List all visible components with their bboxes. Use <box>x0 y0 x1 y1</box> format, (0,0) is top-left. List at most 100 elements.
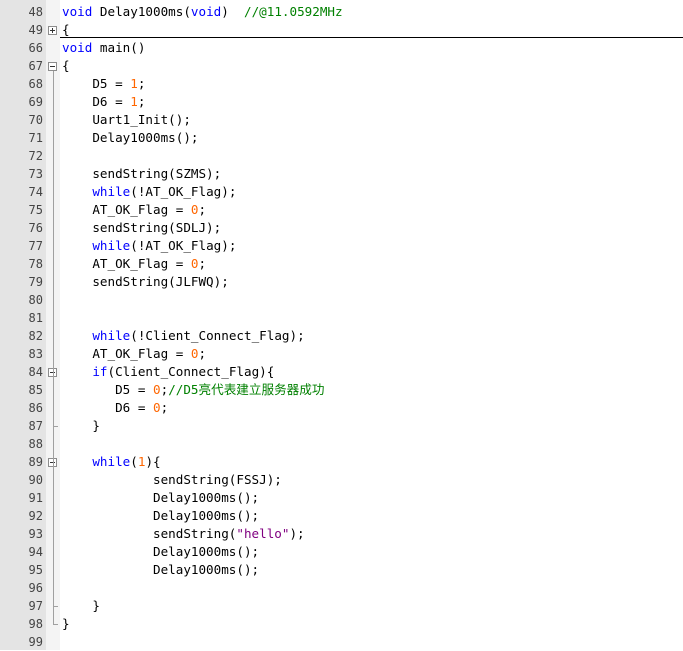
code-line[interactable]: Delay1000ms(); <box>62 507 259 525</box>
code-line[interactable]: Delay1000ms(); <box>62 561 259 579</box>
code-line[interactable]: } <box>62 597 100 615</box>
code-line[interactable]: sendString(JLFWQ); <box>62 273 228 291</box>
code-line[interactable]: D5 = 1; <box>62 75 145 93</box>
keyword-token: while <box>92 238 131 253</box>
comment-token: //D5亮代表建立服务器成功 <box>168 382 325 397</box>
code-token: Delay1000ms(); <box>62 508 260 523</box>
line-number: 49 <box>28 23 43 37</box>
code-token: (!AT_OK_Flag); <box>130 238 237 253</box>
code-line[interactable]: sendString(FSSJ); <box>62 471 282 489</box>
code-token: } <box>62 616 70 631</box>
code-token: (!AT_OK_Flag); <box>130 184 237 199</box>
line-number: 94 <box>28 545 43 559</box>
code-token: ){ <box>145 454 161 469</box>
code-token: D6 = <box>62 400 153 415</box>
line-number: 75 <box>28 203 43 217</box>
code-line[interactable]: if(Client_Connect_Flag){ <box>62 363 274 381</box>
code-token: Uart1_Init(); <box>62 112 191 127</box>
line-number: 90 <box>28 473 43 487</box>
code-line[interactable]: while(!AT_OK_Flag); <box>62 237 236 255</box>
code-token: (Client_Connect_Flag){ <box>107 364 275 379</box>
code-token: } <box>62 418 100 433</box>
code-token: Delay1000ms(); <box>62 130 199 145</box>
line-number: 96 <box>28 581 43 595</box>
code-line[interactable]: Delay1000ms(); <box>62 543 259 561</box>
code-line[interactable]: { <box>62 21 70 39</box>
code-token: AT_OK_Flag = <box>62 346 191 361</box>
code-token: { <box>62 22 70 37</box>
code-line[interactable]: while(!Client_Connect_Flag); <box>62 327 305 345</box>
code-line[interactable]: while(1){ <box>62 453 161 471</box>
line-number: 69 <box>28 95 43 109</box>
keyword-token: if <box>92 364 108 379</box>
line-number: 67 <box>28 59 43 73</box>
line-number: 66 <box>28 41 43 55</box>
line-number: 78 <box>28 257 43 271</box>
keyword-token: void <box>62 4 93 19</box>
number-token: 0 <box>190 256 199 271</box>
code-token: Delay1000ms(); <box>62 544 260 559</box>
line-number: 87 <box>28 419 43 433</box>
code-token: ; <box>137 94 146 109</box>
code-line[interactable]: sendString(SDLJ); <box>62 219 221 237</box>
line-number: 95 <box>28 563 43 577</box>
line-number: 68 <box>28 77 43 91</box>
code-token: { <box>62 58 70 73</box>
fold-expand-icon[interactable] <box>48 26 57 35</box>
code-line[interactable]: AT_OK_Flag = 0; <box>62 255 206 273</box>
code-line[interactable]: void main() <box>62 39 145 57</box>
code-line[interactable]: D6 = 0; <box>62 399 168 417</box>
fold-collapse-icon[interactable] <box>48 62 57 71</box>
code-token: ; <box>198 202 207 217</box>
keyword-token: void <box>62 40 93 55</box>
code-line[interactable]: sendString(SZMS); <box>62 165 221 183</box>
line-number: 84 <box>28 365 43 379</box>
line-number: 74 <box>28 185 43 199</box>
number-token: 0 <box>153 382 161 397</box>
code-token: D5 = <box>62 382 153 397</box>
number-token: 0 <box>190 202 199 217</box>
keyword-token: while <box>92 184 131 199</box>
line-number: 72 <box>28 149 43 163</box>
number-token: 1 <box>130 94 138 109</box>
code-token: D6 = <box>62 94 131 109</box>
code-token: sendString( <box>62 526 237 541</box>
fold-guide-line <box>53 377 54 426</box>
code-line[interactable]: Delay1000ms(); <box>62 489 259 507</box>
code-line[interactable]: Uart1_Init(); <box>62 111 191 129</box>
number-token: 1 <box>130 76 138 91</box>
code-line[interactable]: while(!AT_OK_Flag); <box>62 183 236 201</box>
fold-end-marker <box>53 624 58 625</box>
code-token: Delay1000ms(); <box>62 490 260 505</box>
line-number: 82 <box>28 329 43 343</box>
number-token: 0 <box>153 400 161 415</box>
code-token: sendString(SZMS); <box>62 166 222 181</box>
code-token: main() <box>92 40 146 55</box>
line-number: 93 <box>28 527 43 541</box>
code-line[interactable]: sendString("hello"); <box>62 525 305 543</box>
keyword-token: while <box>92 454 131 469</box>
code-token: sendString(FSSJ); <box>62 472 282 487</box>
code-line[interactable]: } <box>62 417 100 435</box>
code-token: (!Client_Connect_Flag); <box>130 328 305 343</box>
code-token: ; <box>137 76 146 91</box>
code-line[interactable]: AT_OK_Flag = 0; <box>62 201 206 219</box>
number-token: 0 <box>190 346 199 361</box>
line-number: 99 <box>28 635 43 649</box>
comment-token: //@11.0592MHz <box>244 4 343 19</box>
line-number: 88 <box>28 437 43 451</box>
keyword-token: while <box>92 328 131 343</box>
keyword-token: void <box>190 4 222 19</box>
code-line[interactable]: D5 = 0;//D5亮代表建立服务器成功 <box>62 381 324 399</box>
line-number: 80 <box>28 293 43 307</box>
code-line[interactable]: AT_OK_Flag = 0; <box>62 345 206 363</box>
code-token: } <box>62 598 100 613</box>
code-line[interactable]: { <box>62 57 70 75</box>
line-number: 73 <box>28 167 43 181</box>
code-line[interactable]: } <box>62 615 70 633</box>
code-line[interactable]: D6 = 1; <box>62 93 145 111</box>
line-number: 85 <box>28 383 43 397</box>
code-line[interactable]: void Delay1000ms(void) //@11.0592MHz <box>62 3 343 21</box>
code-line[interactable]: Delay1000ms(); <box>62 129 198 147</box>
